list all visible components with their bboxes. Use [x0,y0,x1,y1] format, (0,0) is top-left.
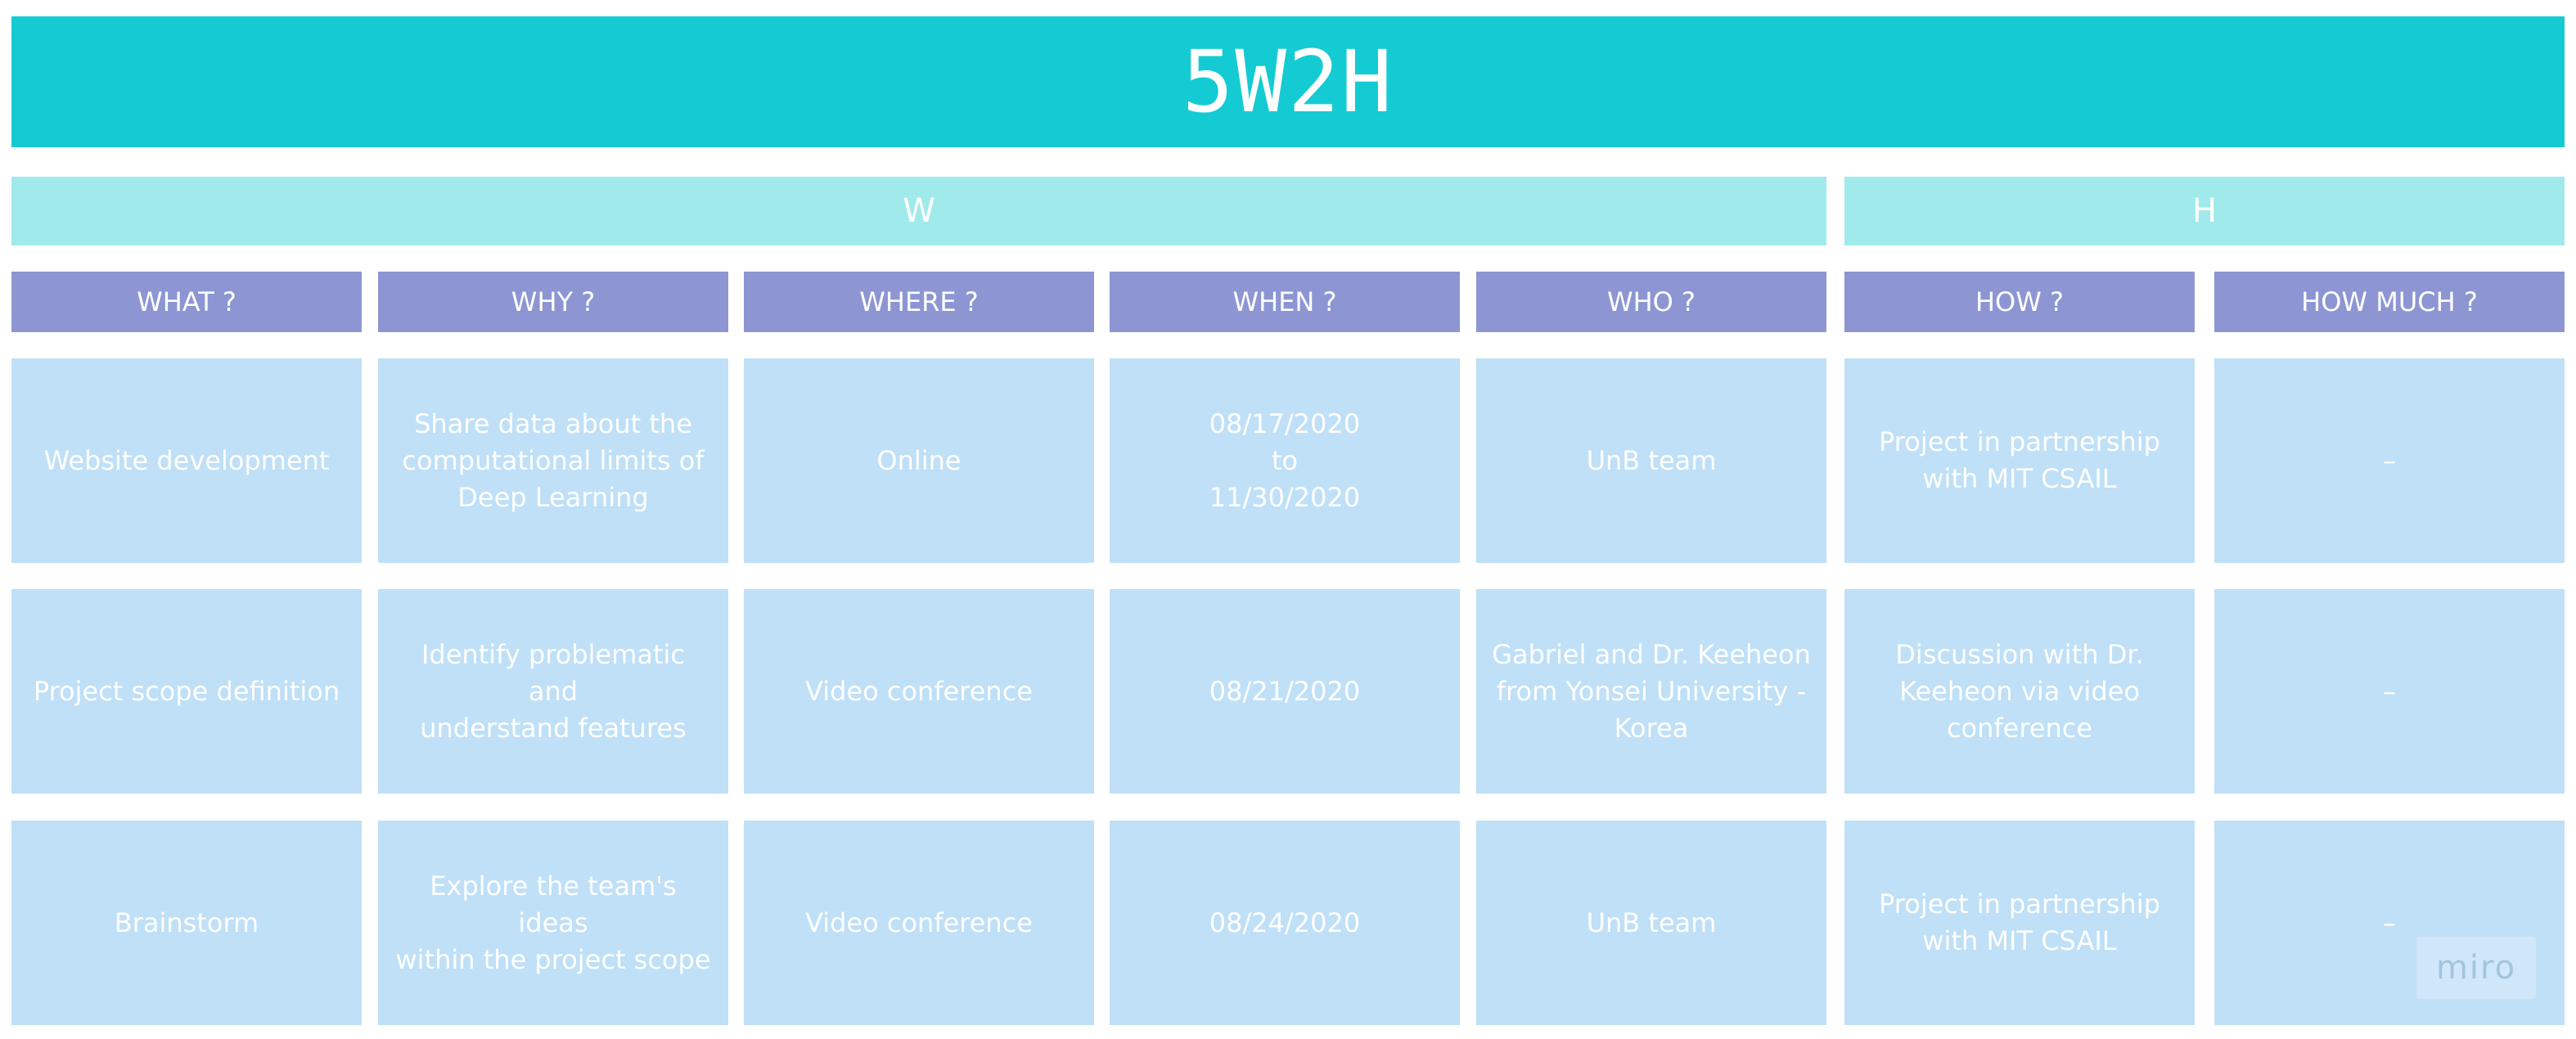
cell-row3-why[interactable]: Explore the team's ideas within the proj… [378,821,728,1025]
cell-row2-how-much[interactable]: – [2214,589,2565,794]
cell-row2-what[interactable]: Project scope definition [11,589,362,794]
cell-row1-why[interactable]: Share data about the computational limit… [378,358,728,563]
cell-row1-where[interactable]: Online [744,358,1094,563]
cell-row3-when[interactable]: 08/24/2020 [1110,821,1460,1025]
column-header-when: WHEN ? [1110,272,1460,332]
group-header-h: H [1844,177,2565,245]
cell-row2-why[interactable]: Identify problematic and understand feat… [378,589,728,794]
title-banner: 5W2H [11,16,2565,147]
column-header-who: WHO ? [1476,272,1826,332]
column-header-why: WHY ? [378,272,728,332]
cell-row1-what[interactable]: Website development [11,358,362,563]
column-header-where: WHERE ? [744,272,1094,332]
cell-row3-where[interactable]: Video conference [744,821,1094,1025]
cell-row1-when[interactable]: 08/17/2020 to 11/30/2020 [1110,358,1460,563]
column-header-how: HOW ? [1844,272,2195,332]
cell-row3-what[interactable]: Brainstorm [11,821,362,1025]
column-header-what: WHAT ? [11,272,362,332]
cell-row1-how-much[interactable]: – [2214,358,2565,563]
cell-row2-when[interactable]: 08/21/2020 [1110,589,1460,794]
column-header-how-much: HOW MUCH ? [2214,272,2565,332]
cell-row2-who[interactable]: Gabriel and Dr. Keeheon from Yonsei Univ… [1476,589,1826,794]
page-title: 5W2H [1182,32,1394,132]
miro-logo: miro [2416,937,2536,999]
cell-row1-how[interactable]: Project in partnership with MIT CSAIL [1844,358,2195,563]
cell-row1-who[interactable]: UnB team [1476,358,1826,563]
group-header-w: W [11,177,1826,245]
cell-row3-who[interactable]: UnB team [1476,821,1826,1025]
cell-row3-how[interactable]: Project in partnership with MIT CSAIL [1844,821,2195,1025]
cell-row2-how[interactable]: Discussion with Dr. Keeheon via video co… [1844,589,2195,794]
cell-row2-where[interactable]: Video conference [744,589,1094,794]
